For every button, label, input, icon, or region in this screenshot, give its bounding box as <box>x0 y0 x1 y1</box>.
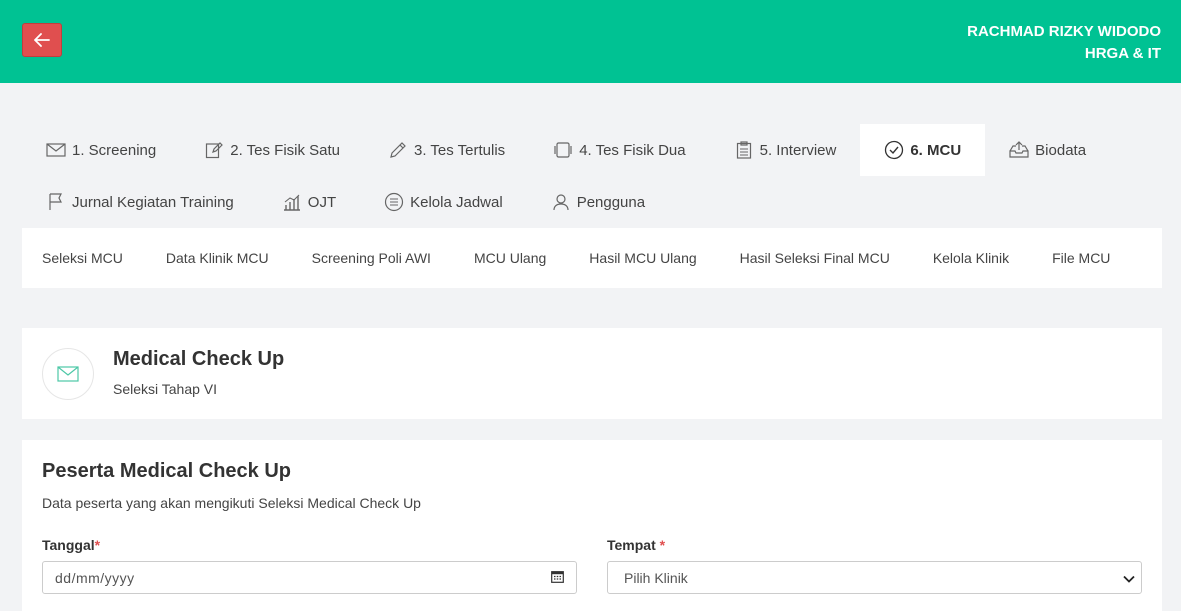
subnav-mcu-ulang[interactable]: MCU Ulang <box>474 250 546 266</box>
tab-mcu[interactable]: 6. MCU <box>860 124 986 176</box>
tab-interview[interactable]: 5. Interview <box>710 124 861 176</box>
tab-tes-fisik-dua[interactable]: 4. Tes Fisik Dua <box>529 124 709 176</box>
calendar-icon[interactable] <box>551 570 564 586</box>
subnav-hasil-seleksi-final-mcu[interactable]: Hasil Seleksi Final MCU <box>740 250 890 266</box>
subnav-data-klinik-mcu[interactable]: Data Klinik MCU <box>166 250 269 266</box>
tab-kelola-jadwal[interactable]: Kelola Jadwal <box>360 176 527 228</box>
arrow-left-icon <box>34 33 50 47</box>
pencil-icon <box>388 140 408 160</box>
tab-biodata[interactable]: Biodata <box>985 124 1110 176</box>
flag-icon <box>46 192 66 212</box>
envelope-icon <box>42 348 94 400</box>
tab-label: 6. MCU <box>910 141 962 159</box>
tanggal-label: Tanggal* <box>42 537 101 553</box>
required-mark: * <box>94 537 101 553</box>
tab-label: Jurnal Kegiatan Training <box>72 193 234 211</box>
envelope-icon <box>46 140 66 160</box>
tab-pengguna[interactable]: Pengguna <box>527 176 669 228</box>
tab-label: OJT <box>307 193 337 211</box>
chevron-down-icon <box>1123 570 1135 586</box>
subnav-screening-poli-awi[interactable]: Screening Poli AWI <box>312 250 431 266</box>
date-placeholder: dd/mm/yyyy <box>55 569 135 586</box>
tab-label: Biodata <box>1035 141 1087 159</box>
list-circle-icon <box>384 192 404 212</box>
subnav-file-mcu[interactable]: File MCU <box>1052 250 1110 266</box>
tab-jurnal-kegiatan-training[interactable]: Jurnal Kegiatan Training <box>22 176 258 228</box>
tab-ojt[interactable]: OJT <box>258 176 360 228</box>
user-name: RACHMAD RIZKY WIDODO <box>967 23 1161 40</box>
page-header-card: Medical Check Up Seleksi Tahap VI <box>22 328 1162 419</box>
tablet-icon <box>553 140 573 160</box>
mcu-subnav: Seleksi MCU Data Klinik MCU Screening Po… <box>22 228 1162 288</box>
tempat-select[interactable]: Pilih Klinik <box>607 561 1142 594</box>
form-title: Peserta Medical Check Up <box>42 460 291 482</box>
tempat-label: Tempat * <box>607 537 666 553</box>
inbox-upload-icon <box>1009 140 1029 160</box>
tab-screening[interactable]: 1. Screening <box>22 124 180 176</box>
tempat-selected-value: Pilih Klinik <box>624 569 688 586</box>
user-icon <box>551 192 571 212</box>
top-bar: RACHMAD RIZKY WIDODO HRGA & IT <box>0 0 1181 83</box>
page-title: Medical Check Up <box>113 348 285 370</box>
edit-icon <box>204 140 224 160</box>
tanggal-date-input[interactable]: dd/mm/yyyy <box>42 561 577 594</box>
back-button[interactable] <box>22 23 62 57</box>
tab-label: 2. Tes Fisik Satu <box>230 141 341 159</box>
tab-tes-fisik-satu[interactable]: 2. Tes Fisik Satu <box>180 124 364 176</box>
main-nav-row-1: 1. Screening 2. Tes Fisik Satu 3. Tes Te… <box>22 124 1110 176</box>
subnav-hasil-mcu-ulang[interactable]: Hasil MCU Ulang <box>589 250 696 266</box>
clipboard-icon <box>734 140 754 160</box>
user-department: HRGA & IT <box>1084 45 1161 62</box>
bar-chart-icon <box>282 192 302 212</box>
subnav-kelola-klinik[interactable]: Kelola Klinik <box>933 250 1009 266</box>
tab-label: 5. Interview <box>759 141 837 159</box>
tab-label: Pengguna <box>576 193 646 211</box>
tab-label: 4. Tes Fisik Dua <box>579 141 686 159</box>
subnav-seleksi-mcu[interactable]: Seleksi MCU <box>42 250 123 266</box>
peserta-form-card: Peserta Medical Check Up Data peserta ya… <box>22 440 1162 611</box>
tab-label: 1. Screening <box>72 141 157 159</box>
form-description: Data peserta yang akan mengikuti Seleksi… <box>42 495 421 511</box>
main-nav-row-2: Jurnal Kegiatan Training OJT Kelola Jadw… <box>22 176 669 228</box>
tab-label: 3. Tes Tertulis <box>414 141 506 159</box>
required-mark: * <box>659 537 666 553</box>
page-subtitle: Seleksi Tahap VI <box>113 381 218 397</box>
tab-label: Kelola Jadwal <box>410 193 503 211</box>
user-info: RACHMAD RIZKY WIDODO HRGA & IT <box>967 21 1161 65</box>
tab-tes-tertulis[interactable]: 3. Tes Tertulis <box>364 124 529 176</box>
check-circle-icon <box>884 140 904 160</box>
